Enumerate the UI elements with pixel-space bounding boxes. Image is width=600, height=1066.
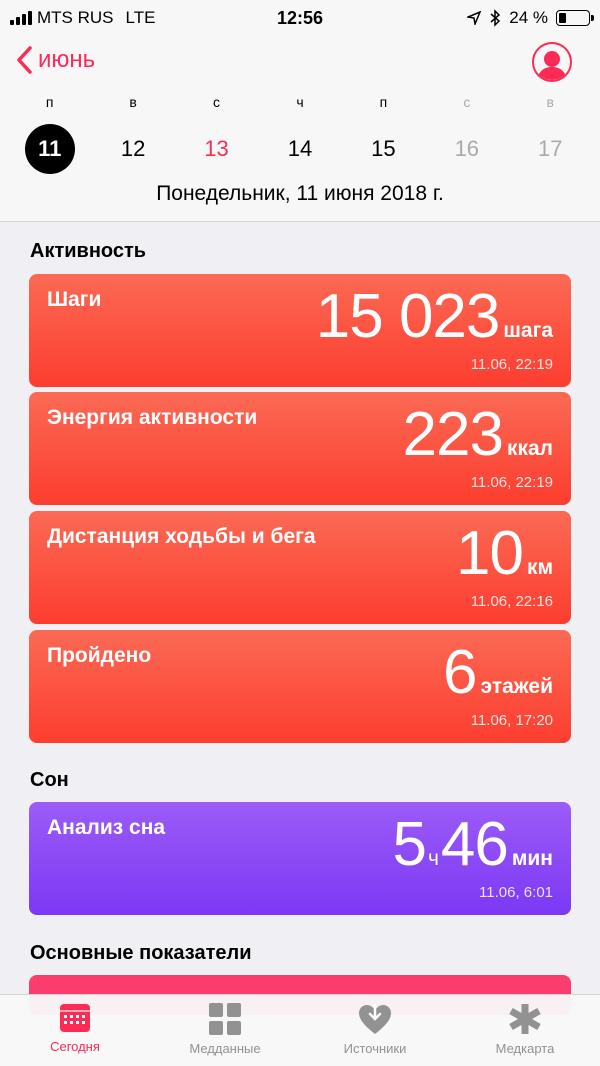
network-label: LTE <box>125 8 156 27</box>
sleep-minutes-value: 46 <box>440 810 509 879</box>
calendar-today-icon <box>60 1004 90 1032</box>
sleep-hours-unit: ч <box>427 847 439 870</box>
bluetooth-icon <box>490 9 501 27</box>
asterisk-icon <box>509 1004 541 1034</box>
tab-sources[interactable]: Источники <box>300 995 450 1066</box>
weekday-label: ч <box>296 94 304 110</box>
chevron-left-icon <box>17 46 32 74</box>
card-title: Анализ сна <box>47 816 166 839</box>
walking-distance-card[interactable]: Дистанция ходьбы и бега 10 км 11.06, 22:… <box>29 511 571 624</box>
tab-label: Источники <box>343 1041 407 1056</box>
day-wed[interactable]: с 13 <box>175 94 258 174</box>
day-sun[interactable]: в 17 <box>509 94 592 174</box>
floors-unit: этажей <box>480 675 554 698</box>
card-timestamp: 11.06, 22:19 <box>470 356 553 373</box>
weekday-label: в <box>129 94 137 110</box>
back-label: июнь <box>38 46 96 73</box>
heart-download-icon <box>359 1003 391 1034</box>
card-timestamp: 11.06, 6:01 <box>479 884 553 901</box>
day-number-selected[interactable]: 11 <box>24 124 75 174</box>
day-fri[interactable]: п 15 <box>342 94 425 174</box>
energy-value: 223 <box>402 400 504 469</box>
section-title-vitals: Основные показатели <box>30 942 252 964</box>
tab-bar: Сегодня Медданные Источники Медкарта <box>0 994 600 1066</box>
card-timestamp: 11.06, 17:20 <box>470 712 553 729</box>
floors-value: 6 <box>443 638 477 707</box>
weekday-label: с <box>213 94 221 110</box>
card-value: 15 023 шага <box>316 286 553 348</box>
steps-card[interactable]: Шаги 15 023 шага 11.06, 22:19 <box>29 274 571 387</box>
tab-medical-id[interactable]: Медкарта <box>450 995 600 1066</box>
distance-value: 10 <box>455 519 524 588</box>
flights-climbed-card[interactable]: Пройдено 6 этажей 11.06, 17:20 <box>29 630 571 743</box>
signal-strength-icon <box>10 11 32 25</box>
back-button[interactable]: июнь <box>16 46 95 74</box>
week-strip: п 11 в 12 с 13 ч 14 п 15 с 16 в 17 <box>8 94 592 174</box>
distance-unit: км <box>526 556 553 579</box>
card-title: Дистанция ходьбы и бега <box>47 525 316 548</box>
energy-unit: ккал <box>506 437 553 460</box>
tab-today[interactable]: Сегодня <box>0 995 150 1066</box>
weekday-label: в <box>546 94 554 110</box>
tab-health-data[interactable]: Медданные <box>150 995 300 1066</box>
section-title-activity: Активность <box>30 240 147 262</box>
card-value: 223 ккал <box>403 404 554 466</box>
profile-avatar-icon <box>537 51 567 80</box>
sleep-analysis-card[interactable]: Анализ сна 5 ч 46 мин 11.06, 6:01 <box>29 802 571 915</box>
day-sat[interactable]: с 16 <box>425 94 508 174</box>
tab-label: Медданные <box>189 1041 261 1056</box>
weekday-label: п <box>379 94 388 110</box>
location-arrow-icon <box>467 11 482 25</box>
day-number[interactable]: 14 <box>275 124 325 174</box>
card-value: 10 км <box>456 523 553 585</box>
card-timestamp: 11.06, 22:19 <box>470 474 553 491</box>
day-number-future[interactable]: 17 <box>525 124 575 174</box>
clock: 12:56 <box>276 7 324 28</box>
profile-button[interactable] <box>532 42 572 82</box>
day-tue[interactable]: в 12 <box>91 94 174 174</box>
selected-date-label: Понедельник, 11 июня 2018 г. <box>156 182 444 205</box>
weekday-label: с <box>463 94 471 110</box>
calendar-header: июнь п 11 в 12 с 13 ч 14 п 15 с 16 в 17 … <box>0 36 600 222</box>
sleep-hours-value: 5 <box>392 810 426 879</box>
day-thu[interactable]: ч 14 <box>258 94 341 174</box>
card-title: Пройдено <box>47 644 152 667</box>
card-title: Энергия активности <box>47 406 258 429</box>
status-bar: MTS RUS LTE 12:56 24 % <box>0 0 600 36</box>
card-value: 6 этажей <box>443 642 553 704</box>
grid-icon <box>209 1003 241 1035</box>
carrier-label: MTS RUS <box>37 8 114 27</box>
card-title: Шаги <box>47 288 102 311</box>
day-mon[interactable]: п 11 <box>8 94 91 174</box>
steps-unit: шага <box>503 319 553 342</box>
tab-label: Медкарта <box>495 1041 555 1056</box>
battery-percent: 24 % <box>509 8 548 27</box>
section-title-sleep: Сон <box>30 769 69 791</box>
day-number-future[interactable]: 16 <box>442 124 492 174</box>
active-energy-card[interactable]: Энергия активности 223 ккал 11.06, 22:19 <box>29 392 571 505</box>
day-number[interactable]: 12 <box>108 124 158 174</box>
day-number-today[interactable]: 13 <box>192 124 242 174</box>
weekday-label: п <box>45 94 54 110</box>
battery-icon <box>556 10 594 26</box>
sleep-minutes-unit: мин <box>511 847 553 870</box>
tab-label: Сегодня <box>50 1039 100 1054</box>
card-timestamp: 11.06, 22:16 <box>470 593 553 610</box>
steps-value: 15 023 <box>315 282 501 351</box>
day-number[interactable]: 15 <box>358 124 408 174</box>
card-value: 5 ч 46 мин <box>392 814 553 876</box>
